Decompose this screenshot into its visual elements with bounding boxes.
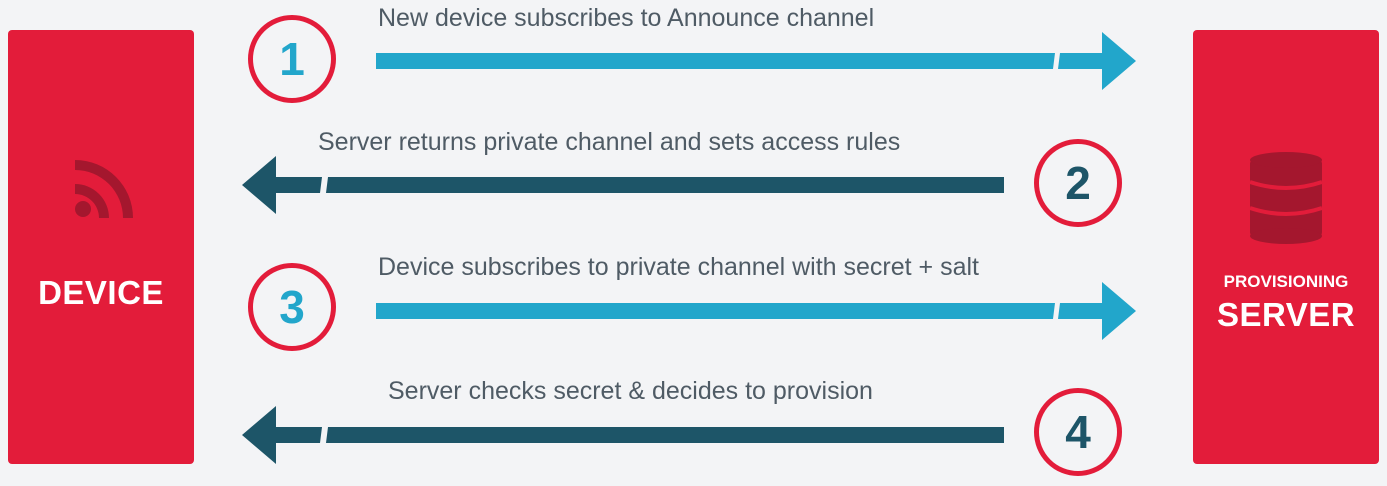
step-1-arrow [376, 32, 1136, 90]
step-2-arrow [242, 156, 1004, 214]
step-4-arrow [242, 406, 1004, 464]
step-2-badge: 2 [1034, 139, 1122, 227]
database-icon [1249, 152, 1323, 244]
step-1-text: New device subscribes to Announce channe… [378, 4, 875, 32]
step-1-badge: 1 [248, 15, 336, 103]
server-sub-label: PROVISIONING [1223, 272, 1349, 291]
step-3-arrow [376, 282, 1136, 340]
rss-icon [75, 160, 133, 218]
server-panel: PROVISIONING SERVER [1193, 30, 1379, 464]
server-label: SERVER [1216, 296, 1356, 333]
step-4-text: Server checks secret & decides to provis… [388, 377, 873, 405]
step-2-text: Server returns private channel and sets … [318, 128, 901, 156]
step-4-badge: 4 [1034, 388, 1122, 476]
device-panel: DEVICE [8, 30, 194, 464]
device-label: DEVICE [38, 274, 164, 311]
step-3-badge: 3 [248, 263, 336, 351]
step-3-text: Device subscribes to private channel wit… [378, 253, 979, 281]
